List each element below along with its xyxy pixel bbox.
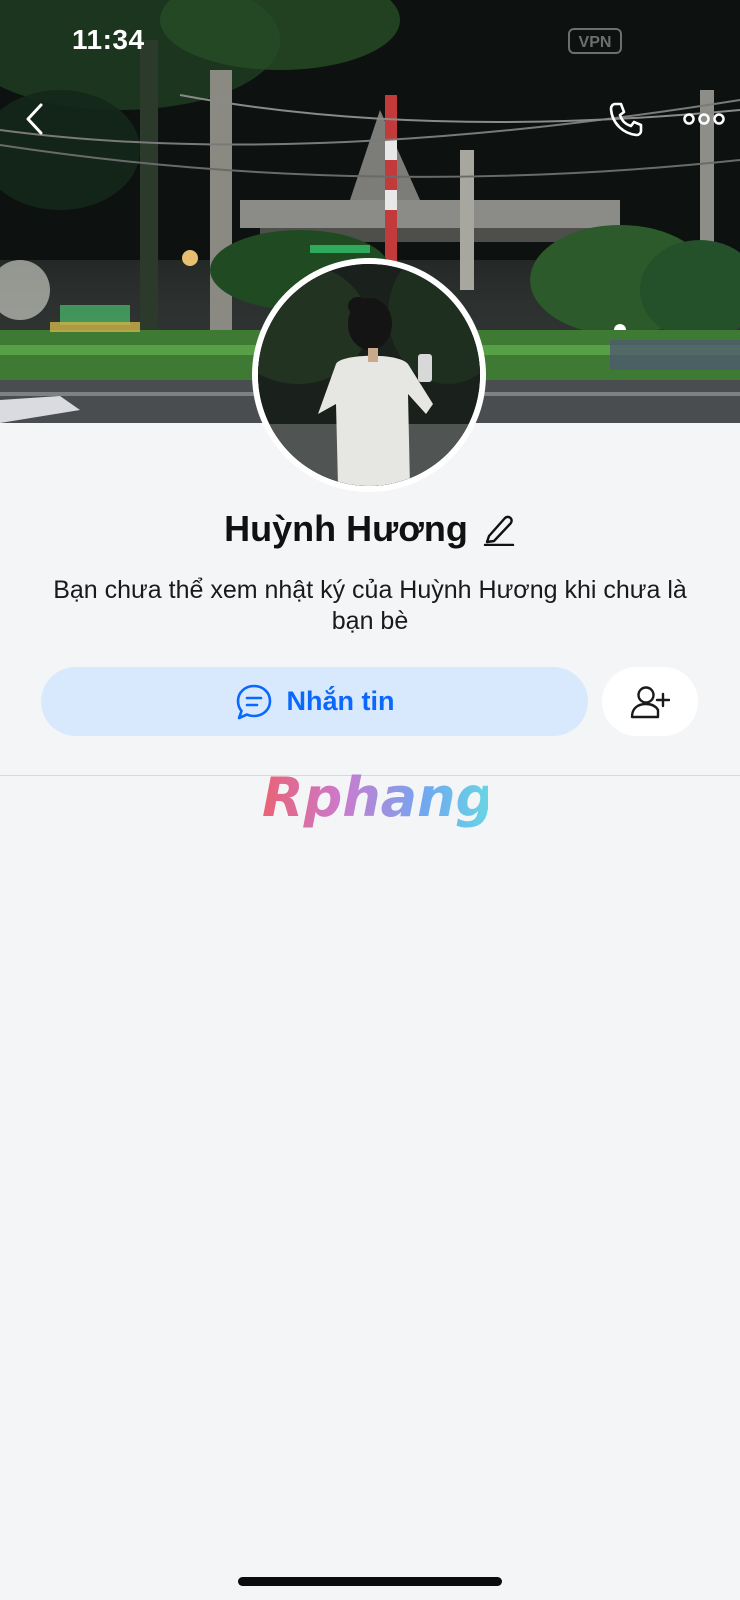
profile-name-row: Huỳnh Hương	[0, 508, 740, 550]
home-indicator[interactable]	[238, 1577, 502, 1586]
call-button[interactable]	[602, 95, 650, 143]
phone-icon	[609, 102, 643, 137]
watermark-graphic: Rphang	[262, 766, 494, 829]
message-button-label: Nhắn tin	[286, 686, 395, 716]
more-button[interactable]	[680, 95, 728, 143]
avatar-scene	[258, 264, 480, 486]
back-button[interactable]	[12, 95, 60, 143]
watermark-logo: Rphang	[258, 766, 494, 830]
status-time: 11:34	[72, 24, 145, 55]
avatar-photo	[258, 264, 480, 486]
profile-name: Huỳnh Hương	[224, 508, 468, 549]
edit-name-button[interactable]	[482, 511, 516, 547]
message-button[interactable]: Nhắn tin	[41, 667, 588, 736]
pencil-icon	[483, 515, 515, 546]
chat-bubble-icon	[236, 684, 271, 719]
vpn-badge: VPN	[568, 28, 622, 54]
svg-text:Rphang: Rphang	[262, 768, 488, 829]
add-friend-icon	[630, 685, 670, 718]
avatar[interactable]	[252, 258, 486, 492]
chevron-left-icon	[26, 103, 43, 135]
add-friend-button[interactable]	[602, 667, 698, 736]
profile-description: Bạn chưa thể xem nhật ký của Huỳnh Hương…	[53, 576, 687, 635]
more-dots-icon	[683, 113, 725, 125]
